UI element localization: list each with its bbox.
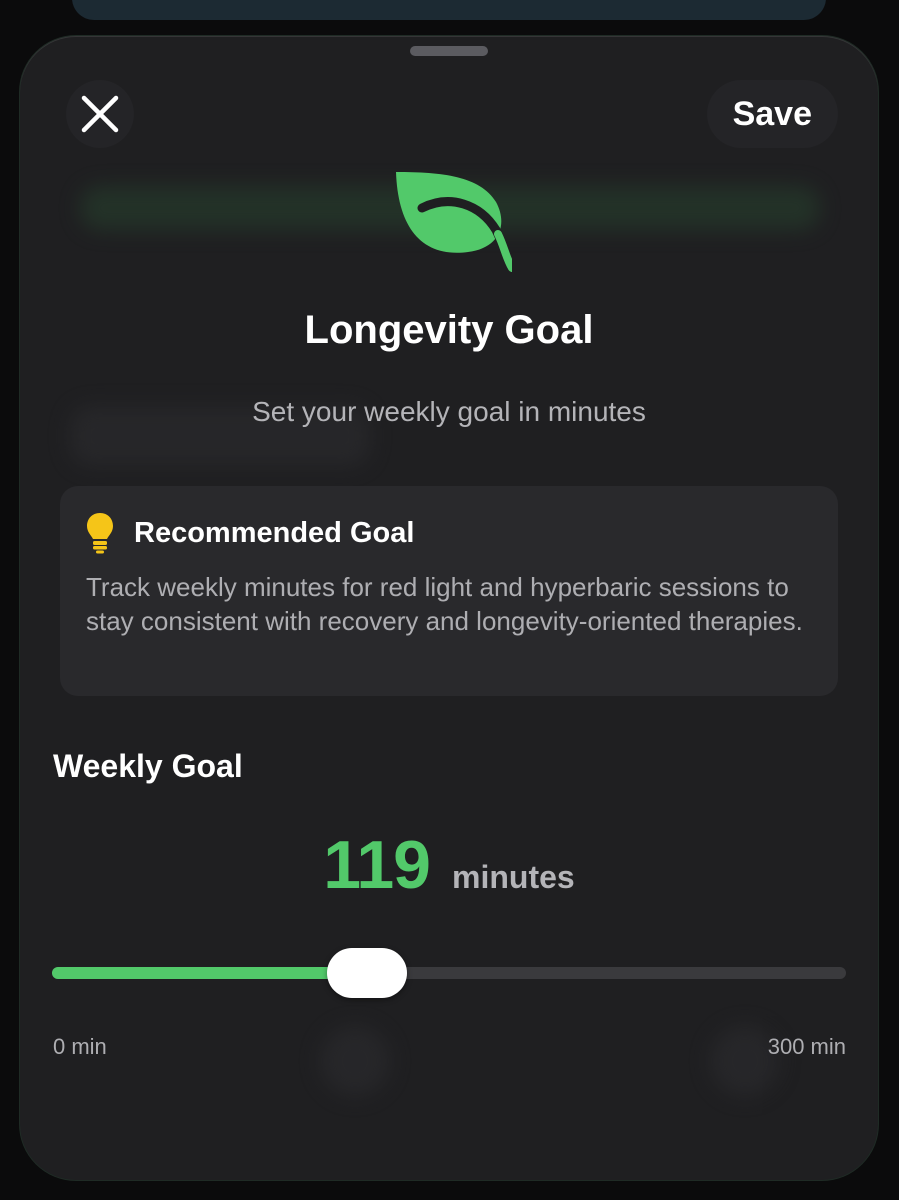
close-icon (81, 95, 119, 133)
recommendation-card: Recommended Goal Track weekly minutes fo… (60, 486, 838, 696)
page-title: Longevity Goal (304, 308, 594, 352)
sheet-grabber[interactable] (410, 46, 488, 56)
leaf-icon (396, 172, 512, 272)
slider-thumb[interactable] (326, 948, 407, 998)
page-subtitle: Set your weekly goal in minutes (252, 396, 646, 427)
goal-unit: minutes (452, 859, 575, 895)
close-button[interactable] (66, 80, 134, 148)
recommendation-header: Recommended Goal (86, 512, 414, 554)
background-card (72, 0, 826, 20)
save-button[interactable]: Save (706, 80, 838, 148)
goal-value: 119 (323, 827, 431, 903)
goal-value-display: 119 minutes (20, 826, 878, 904)
slider-min-label: 0 min (53, 1034, 107, 1059)
background-blur (320, 1026, 390, 1096)
recommendation-text: Track weekly minutes for red light and h… (86, 572, 803, 636)
slider-fill (52, 967, 367, 979)
weekly-goal-slider[interactable] (52, 948, 846, 998)
lightbulb-icon (87, 513, 113, 554)
weekly-goal-label: Weekly Goal (53, 748, 243, 784)
slider-max-label: 300 min (767, 1034, 846, 1059)
goal-sheet: Save Longevity Goal Set your weekly goal… (20, 36, 878, 1180)
recommendation-title: Recommended Goal (134, 516, 415, 549)
